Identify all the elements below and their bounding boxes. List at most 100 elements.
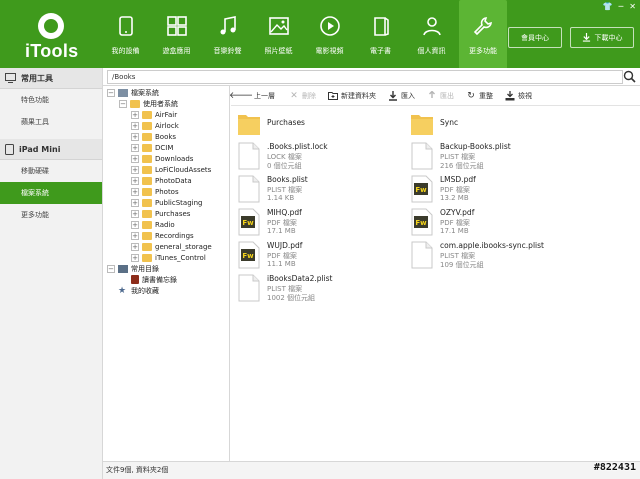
window-controls: 👕 ─ ✕: [603, 2, 637, 11]
tree-favorites[interactable]: ★ 我的收藏: [103, 285, 229, 296]
expand-toggle[interactable]: +: [131, 154, 139, 163]
folder-icon: [142, 209, 152, 218]
folder-icon: [142, 143, 152, 152]
path-bar: /Books: [103, 68, 640, 86]
expand-toggle[interactable]: +: [131, 132, 139, 141]
tree-folder[interactable]: + DCIM: [103, 142, 229, 153]
tree-recent[interactable]: − 常用目錄: [103, 263, 229, 274]
delete-button[interactable]: ✕ 刪除: [289, 91, 316, 101]
import-button[interactable]: 匯入: [388, 90, 415, 101]
minimize-button[interactable]: ─: [618, 2, 623, 11]
tree-recent-child[interactable]: 讀書備忘錄: [103, 274, 229, 285]
expand-toggle[interactable]: +: [131, 187, 139, 196]
view-button[interactable]: 檢視: [505, 90, 532, 101]
tree-folder[interactable]: + LoFiCloudAssets: [103, 164, 229, 175]
sidebar-item-featured[interactable]: 特色功能: [0, 89, 102, 111]
file-item[interactable]: Books.plist PLIST 檔案 1.14 KB: [233, 173, 403, 206]
expand-toggle[interactable]: +: [131, 110, 139, 119]
tree-root[interactable]: − 檔案系統: [103, 87, 229, 98]
file-size: 17.1 MB: [267, 227, 296, 235]
file-item[interactable]: Fw WUJD.pdf PDF 檔案 11.1 MB: [233, 239, 403, 272]
sidebar-item-apple-tools[interactable]: 蘋果工具: [0, 111, 102, 133]
tree-folder[interactable]: + Radio: [103, 219, 229, 230]
expand-toggle[interactable]: +: [131, 165, 139, 174]
nav-item-wrench[interactable]: 更多功能: [459, 0, 507, 68]
tree-folder[interactable]: + Photos: [103, 186, 229, 197]
tree-label: Radio: [155, 220, 175, 229]
up-level-button[interactable]: 🡐 上一層: [229, 91, 275, 101]
file-item[interactable]: Fw LMSD.pdf PDF 檔案 13.2 MB: [406, 173, 576, 206]
sidebar-group-device[interactable]: iPad Mini: [0, 139, 102, 160]
file-item[interactable]: Backup-Books.plist PLIST 檔案 216 個位元組: [406, 140, 576, 173]
nav-item-play[interactable]: 電影視頻: [304, 0, 355, 68]
tree-folder[interactable]: + PublicStaging: [103, 197, 229, 208]
path-input[interactable]: /Books: [107, 70, 623, 84]
tree-folder[interactable]: + general_storage: [103, 241, 229, 252]
tree-folder[interactable]: + PhotoData: [103, 175, 229, 186]
delete-x-icon: ✕: [290, 90, 298, 101]
expand-toggle[interactable]: +: [131, 242, 139, 251]
nav-item-device[interactable]: 我的設備: [100, 0, 151, 68]
file-name: .Books.plist.lock: [267, 142, 328, 151]
refresh-button[interactable]: ↻ 重整: [466, 91, 493, 101]
tree-label: PhotoData: [155, 176, 192, 185]
file-item[interactable]: com.apple.ibooks-sync.plist PLIST 檔案 109 個…: [406, 239, 576, 272]
skin-icon[interactable]: 👕: [603, 2, 613, 11]
folder-item[interactable]: Sync: [406, 107, 576, 140]
sidebar-item-mobile-disk[interactable]: 移動硬碟: [0, 160, 102, 182]
collapse-toggle[interactable]: −: [107, 264, 115, 273]
collapse-toggle[interactable]: −: [119, 99, 127, 108]
nav-item-person[interactable]: 個人資訊: [406, 0, 457, 68]
tree-label: Purchases: [155, 209, 191, 218]
filesystem-icon: [118, 88, 128, 97]
nav-item-photo[interactable]: 照片壁紙: [253, 0, 304, 68]
member-center-button[interactable]: 會員中心: [508, 27, 562, 48]
collapse-toggle[interactable]: −: [107, 88, 115, 97]
nav-item-apps-grid[interactable]: 遊盒應用: [151, 0, 202, 68]
folder-item[interactable]: Purchases: [233, 107, 403, 140]
download-center-button[interactable]: 下載中心: [570, 27, 634, 48]
monitor-icon: [5, 73, 16, 83]
file-name: OZYV.pdf: [440, 208, 475, 217]
folder-icon: [142, 198, 152, 207]
search-icon[interactable]: [623, 70, 636, 83]
close-button[interactable]: ✕: [629, 2, 636, 11]
folder-icon: [142, 242, 152, 251]
tree-folder[interactable]: + Downloads: [103, 153, 229, 164]
expand-toggle[interactable]: +: [131, 176, 139, 185]
sidebar-item-file-system[interactable]: 檔案系統: [0, 182, 102, 204]
tree-folder[interactable]: + iTunes_Control: [103, 252, 229, 263]
sidebar-group-tools[interactable]: 常用工具: [0, 68, 102, 89]
tree-label: 檔案系統: [131, 88, 159, 97]
file-name: LMSD.pdf: [440, 175, 476, 184]
expand-toggle[interactable]: +: [131, 209, 139, 218]
file-item[interactable]: iBooksData2.plist PLIST 檔案 1002 個位元組: [233, 272, 403, 305]
expand-toggle[interactable]: +: [131, 231, 139, 240]
tree-label: Photos: [155, 187, 179, 196]
file-item[interactable]: .Books.plist.lock LOCK 檔案 0 個位元組: [233, 140, 403, 173]
expand-toggle[interactable]: +: [131, 121, 139, 130]
tree-folder[interactable]: + AirFair: [103, 109, 229, 120]
tree-label: DCIM: [155, 143, 174, 152]
nav-item-music-note[interactable]: 音樂鈴聲: [202, 0, 253, 68]
expand-toggle[interactable]: +: [131, 220, 139, 229]
folder-open-icon: [130, 99, 140, 108]
expand-toggle[interactable]: +: [131, 198, 139, 207]
file-item[interactable]: Fw MIHQ.pdf PDF 檔案 17.1 MB: [233, 206, 403, 239]
tree-folder[interactable]: + Purchases: [103, 208, 229, 219]
expand-toggle[interactable]: +: [131, 253, 139, 262]
new-folder-button[interactable]: 新建資料夾: [328, 91, 376, 101]
apps-grid-icon: [166, 15, 188, 37]
expand-toggle[interactable]: +: [131, 143, 139, 152]
tree-folder[interactable]: + Recordings: [103, 230, 229, 241]
tree-folder[interactable]: + Books: [103, 131, 229, 142]
nav-item-book[interactable]: 電子書: [355, 0, 406, 68]
file-item[interactable]: Fw OZYV.pdf PDF 檔案 17.1 MB: [406, 206, 576, 239]
sidebar-item-more[interactable]: 更多功能: [0, 204, 102, 226]
export-button[interactable]: 匯出: [427, 90, 454, 101]
music-note-icon: [217, 15, 239, 37]
nav-label: 音樂鈴聲: [213, 47, 242, 55]
tree-folder[interactable]: + Airlock: [103, 120, 229, 131]
tree-user-system[interactable]: − 使用者系統: [103, 98, 229, 109]
document-icon: [237, 142, 261, 170]
